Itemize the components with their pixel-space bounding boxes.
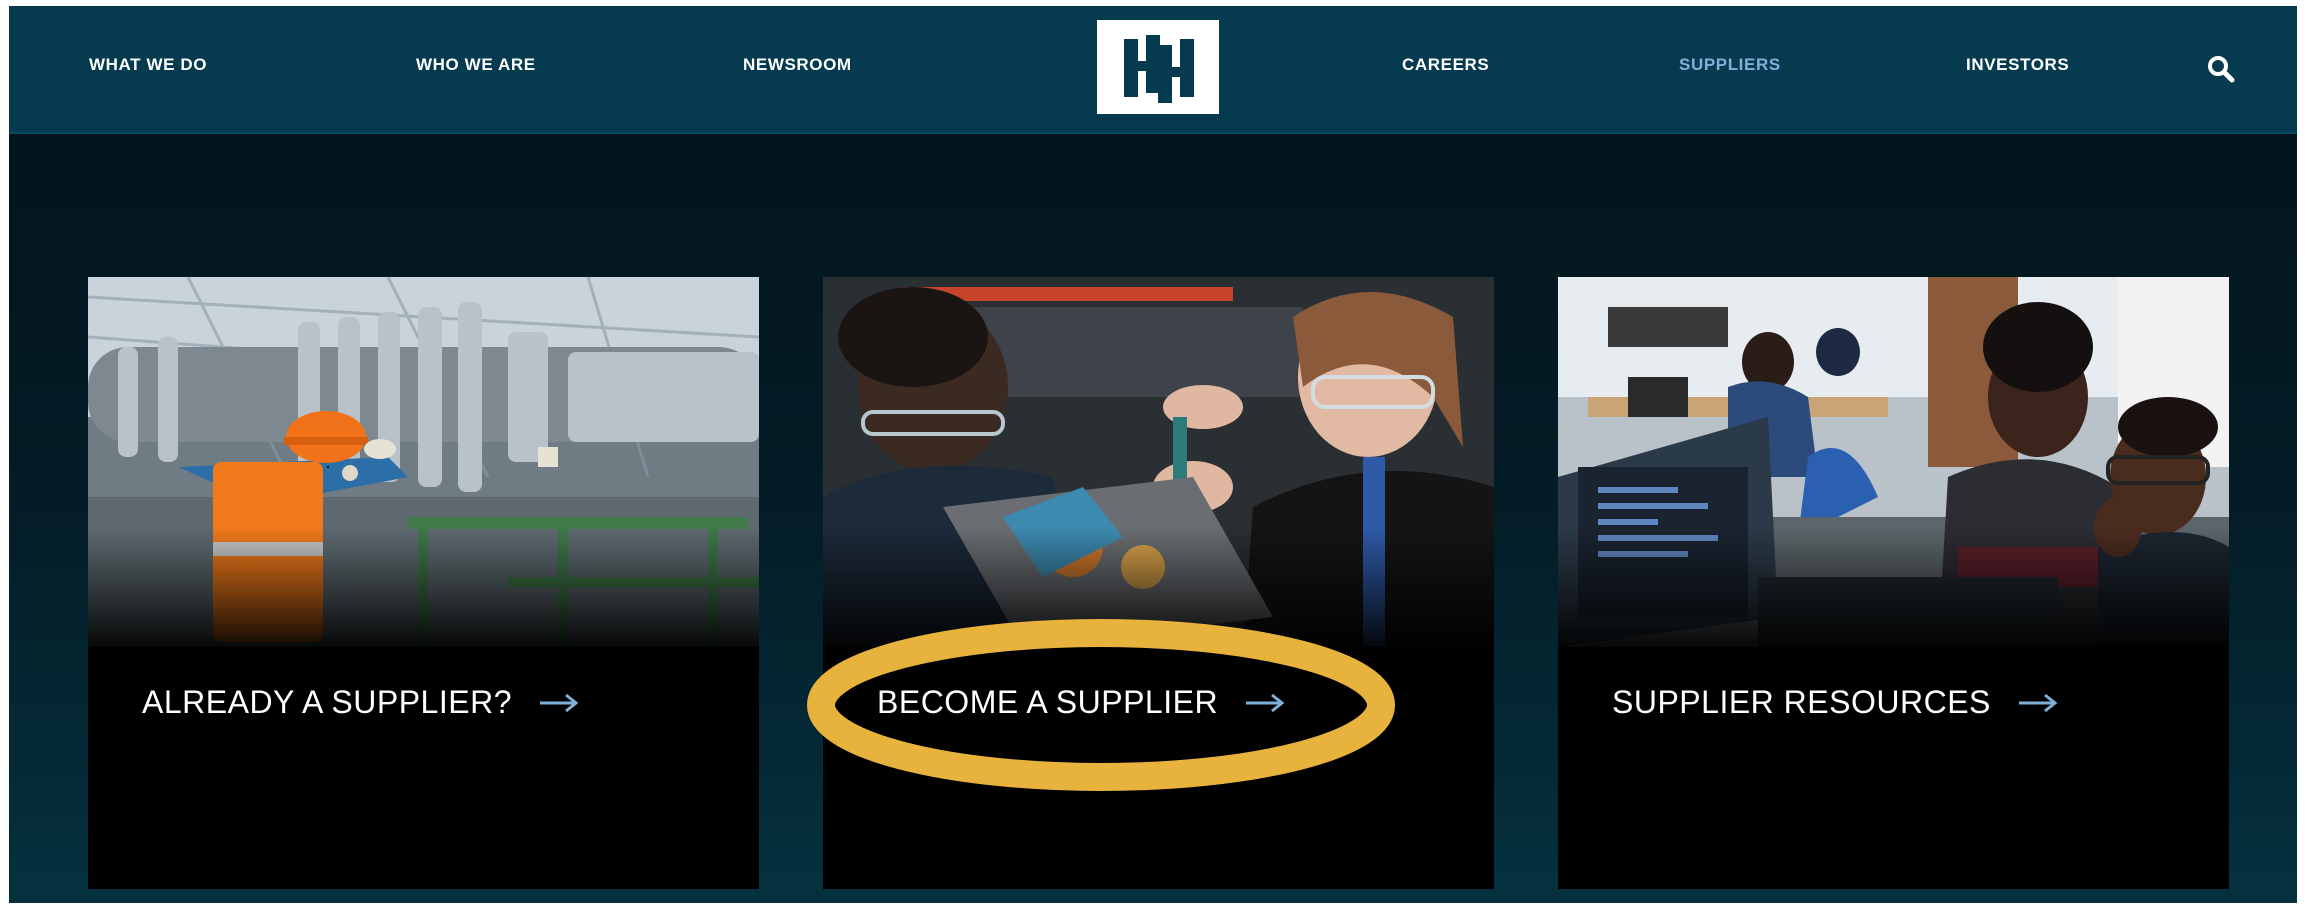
search-icon: [2208, 56, 2235, 83]
nav-suppliers[interactable]: SUPPLIERS: [1679, 55, 1781, 83]
card-supplier-resources[interactable]: SUPPLIER RESOURCES: [1558, 277, 2229, 889]
card-become-a-supplier[interactable]: BECOME A SUPPLIER: [823, 277, 1494, 889]
card-title-text: ALREADY A SUPPLIER?: [142, 684, 512, 720]
card-title: BECOME A SUPPLIER: [877, 684, 1286, 721]
card-already-a-supplier[interactable]: ALREADY A SUPPLIER?: [88, 277, 759, 889]
arrow-right-icon: [2018, 693, 2058, 712]
card-title-text: BECOME A SUPPLIER: [877, 684, 1219, 720]
nav-what-we-do[interactable]: WHAT WE DO: [89, 55, 207, 83]
card-title: ALREADY A SUPPLIER?: [142, 684, 580, 721]
card-title-text: SUPPLIER RESOURCES: [1612, 684, 1991, 720]
card-title: SUPPLIER RESOURCES: [1612, 684, 2059, 721]
top-navigation: WHAT WE DO WHO WE ARE NEWSROOM CAREERS S…: [9, 6, 2297, 134]
home-logo-link[interactable]: [1097, 20, 1219, 114]
image-fade-overlay: [88, 527, 759, 657]
image-fade-overlay: [1558, 527, 2229, 657]
hh-logo-icon: [1124, 35, 1194, 103]
nav-investors[interactable]: INVESTORS: [1966, 55, 2069, 83]
nav-newsroom[interactable]: NEWSROOM: [743, 55, 852, 83]
arrow-right-icon: [539, 693, 579, 712]
arrow-right-icon: [1246, 693, 1285, 712]
image-fade-overlay: [823, 527, 1494, 657]
search-button[interactable]: [2206, 54, 2236, 84]
page-frame: WHAT WE DO WHO WE ARE NEWSROOM CAREERS S…: [9, 6, 2297, 903]
nav-careers[interactable]: CAREERS: [1402, 55, 1489, 83]
nav-who-we-are[interactable]: WHO WE ARE: [416, 55, 536, 83]
